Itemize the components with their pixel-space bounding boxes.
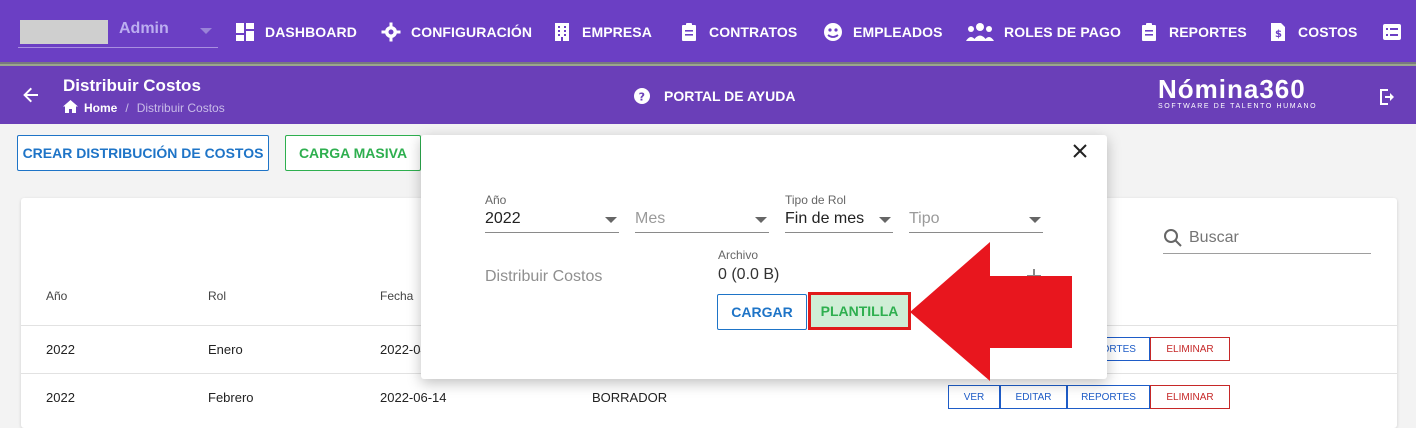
chevron-down-icon: [200, 28, 212, 34]
chevron-down-icon: [605, 217, 617, 223]
nav-costos[interactable]: $ COSTOS: [1268, 20, 1357, 44]
breadcrumb-separator: /: [125, 101, 129, 115]
cell-rol: Febrero: [208, 390, 254, 405]
role-type-value: Fin de mes: [785, 209, 865, 227]
column-header-year[interactable]: Año: [46, 289, 67, 303]
cell-year: 2022: [46, 342, 75, 357]
edit-button[interactable]: EDITAR: [1000, 385, 1067, 409]
nav-label: COSTOS: [1298, 24, 1358, 40]
clipboard-icon: [679, 22, 699, 42]
year-select[interactable]: 2022: [485, 205, 619, 233]
chevron-down-icon: [879, 217, 891, 223]
user-name: Admin: [119, 20, 169, 37]
nav-label: CONTRATOS: [709, 24, 798, 40]
file-label: Archivo: [718, 248, 759, 262]
nav-label: ROLES DE PAGO: [1004, 24, 1121, 40]
back-arrow-icon[interactable]: [22, 86, 40, 104]
building-icon: [552, 22, 572, 42]
bulk-upload-button[interactable]: CARGA MASIVA: [285, 135, 421, 171]
search-input[interactable]: [1189, 228, 1359, 247]
user-select[interactable]: Admin: [18, 14, 218, 48]
view-button[interactable]: VER: [948, 385, 1000, 409]
page-header: Distribuir Costos Home / Distribuir Cost…: [0, 66, 1416, 124]
delete-button[interactable]: ELIMINAR: [1150, 337, 1230, 361]
nav-configuracion[interactable]: CONFIGURACIÓN: [381, 20, 532, 44]
annotation-arrow-icon: [910, 242, 1072, 381]
help-icon: ?: [634, 88, 650, 104]
face-icon: [823, 22, 843, 42]
help-portal-link[interactable]: ? PORTAL DE AYUDA: [634, 88, 795, 104]
column-header-rol[interactable]: Rol: [208, 289, 226, 303]
logo: Nómina360 SOFTWARE DE TALENTO HUMANO: [1158, 74, 1317, 110]
top-navigation-bar: Admin DASHBOARD CONFIGURACIÓN EMPRESA CO…: [0, 0, 1416, 66]
gear-icon: [381, 22, 401, 42]
nav-label: REPORTES: [1169, 24, 1247, 40]
nav-label: EMPLEADOS: [853, 24, 943, 40]
role-type-select[interactable]: Fin de mes: [785, 205, 893, 233]
year-value: 2022: [485, 209, 521, 227]
breadcrumb-home[interactable]: Home: [84, 101, 117, 115]
clipboard-icon: [1139, 22, 1159, 42]
logo-name: Nómina360: [1158, 74, 1306, 104]
cell-fecha: 2022-06-14: [380, 390, 447, 405]
svg-text:?: ?: [639, 91, 645, 104]
logo-tagline: SOFTWARE DE TALENTO HUMANO: [1158, 103, 1318, 110]
cell-rol: Enero: [208, 342, 243, 357]
nav-dashboard[interactable]: DASHBOARD: [235, 20, 357, 44]
upload-button[interactable]: CARGAR: [717, 294, 807, 330]
chevron-down-icon: [1029, 217, 1041, 223]
nav-reportes[interactable]: REPORTES: [1139, 20, 1247, 44]
column-header-fecha[interactable]: Fecha: [380, 289, 413, 303]
type-select[interactable]: Tipo: [909, 205, 1043, 233]
help-label: PORTAL DE AYUDA: [664, 88, 796, 104]
template-button[interactable]: PLANTILLA: [808, 292, 911, 330]
home-icon: [63, 100, 78, 116]
search-icon: [1164, 228, 1182, 247]
breadcrumb: Home / Distribuir Costos: [63, 100, 225, 116]
status-badge: BORRADOR: [592, 390, 668, 405]
nav-label: DASHBOARD: [265, 24, 357, 40]
list-icon: [1382, 22, 1402, 42]
people-icon: [966, 22, 994, 42]
nav-label: EMPRESA: [582, 24, 652, 40]
svg-text:$: $: [1275, 29, 1282, 40]
nav-empleados[interactable]: EMPLEADOS: [823, 20, 943, 44]
file-value: 0 (0.0 B): [718, 266, 780, 283]
search-field[interactable]: [1163, 222, 1371, 254]
type-placeholder: Tipo: [909, 209, 940, 227]
logout-icon[interactable]: [1378, 88, 1396, 106]
breadcrumb-current: Distribuir Costos: [136, 101, 225, 115]
month-placeholder: Mes: [635, 209, 666, 227]
chevron-down-icon: [755, 217, 767, 223]
avatar: [20, 20, 108, 44]
delete-button[interactable]: ELIMINAR: [1150, 385, 1230, 409]
nav-empresa[interactable]: EMPRESA: [552, 20, 652, 44]
page-title: Distribuir Costos: [63, 76, 201, 95]
close-icon[interactable]: [1072, 143, 1088, 159]
dashboard-icon: [235, 22, 255, 42]
reports-button[interactable]: REPORTES: [1067, 385, 1150, 409]
create-cost-distribution-button[interactable]: CREAR DISTRIBUCIÓN DE COSTOS: [17, 135, 269, 171]
cell-year: 2022: [46, 390, 75, 405]
nav-more[interactable]: [1382, 20, 1412, 44]
month-select[interactable]: Mes: [635, 205, 769, 233]
nav-contratos[interactable]: CONTRATOS: [679, 20, 797, 44]
nav-label: CONFIGURACIÓN: [411, 24, 533, 40]
invoice-icon: $: [1268, 22, 1288, 42]
nav-roles-de-pago[interactable]: ROLES DE PAGO: [966, 20, 1121, 44]
distribute-costs-label: Distribuir Costos: [485, 268, 603, 285]
